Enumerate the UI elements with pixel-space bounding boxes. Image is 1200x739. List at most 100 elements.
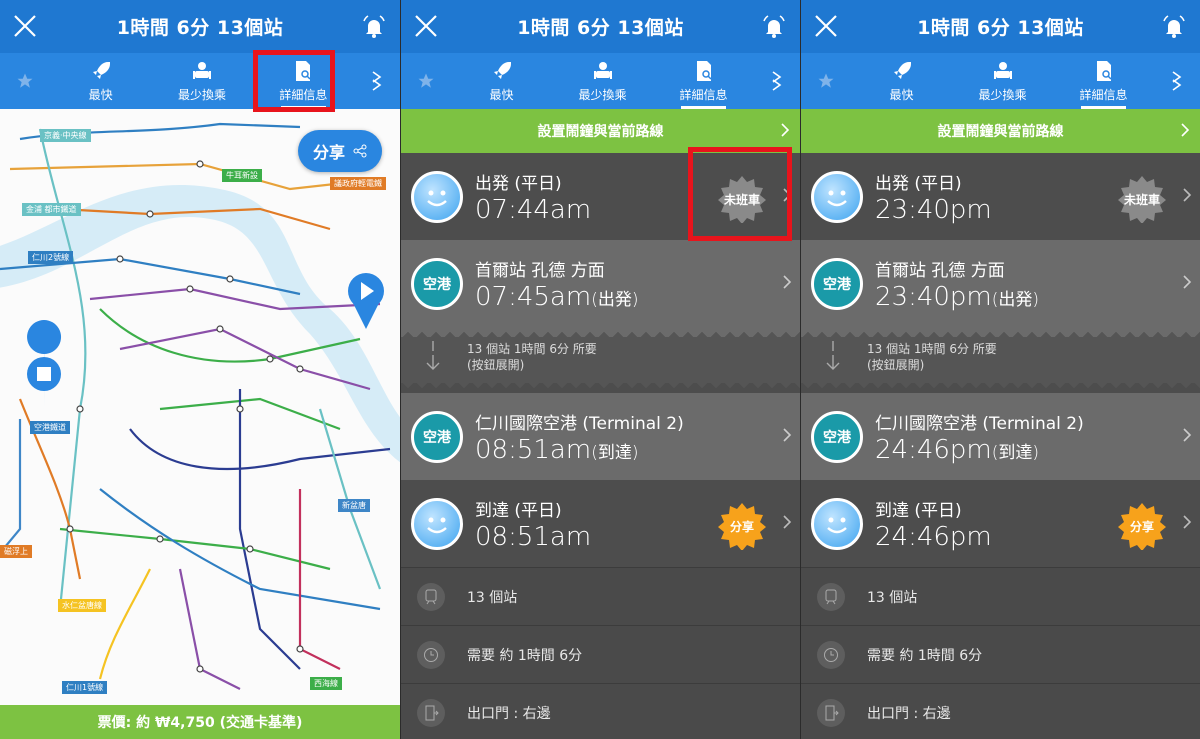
chevron-right-icon — [781, 123, 790, 137]
smiley-face-icon — [411, 170, 463, 223]
boarding-station-row[interactable]: 空港 首爾站 孔德 方面 07:45am(出発) — [401, 240, 800, 327]
panel-detail-late: 1時間 6分 13個站 最快 最少換乘 詳細信息 設置鬧鐘與當前路線 出発 (平… — [800, 0, 1200, 739]
close-icon[interactable] — [813, 13, 839, 39]
info-duration: 需要 約 1時間 6分 — [801, 625, 1200, 683]
more-chevron-icon[interactable] — [754, 53, 800, 109]
favorite-star-icon[interactable] — [0, 53, 50, 109]
seat-icon — [993, 62, 1012, 79]
tab-fastest[interactable]: 最快 — [451, 53, 552, 109]
line-label-uijeongbu: 議政府輕電鐵 — [330, 177, 386, 190]
chevron-right-icon — [783, 428, 792, 442]
chevron-right-icon — [1181, 123, 1190, 137]
chevron-right-icon — [1183, 428, 1192, 442]
route-tabs: 最快 最少換乘 詳細信息 — [0, 53, 400, 109]
airport-line-badge: 空港 — [411, 410, 463, 463]
door-icon — [417, 699, 445, 727]
more-chevron-icon[interactable] — [354, 53, 400, 109]
arrow-down-icon — [826, 341, 840, 370]
chevron-right-icon — [783, 275, 792, 289]
info-duration: 需要 約 1時間 6分 — [401, 625, 800, 683]
alarm-bell-icon[interactable] — [360, 13, 388, 41]
alarm-route-banner[interactable]: 設置鬧鐘與當前路線 — [801, 109, 1200, 153]
more-chevron-icon[interactable] — [1154, 53, 1200, 109]
clock-icon — [817, 641, 845, 669]
rocket-icon — [493, 62, 511, 79]
panel-map: 1時間 6分 13個站 最快 最少換乘 詳細信息 京義·中央線 金浦 都市鐵道 … — [0, 0, 400, 739]
arrival-row[interactable]: 到達 (平日) 08:51am 分享 — [401, 480, 800, 567]
map-share-button[interactable]: 分享 — [298, 130, 382, 172]
rocket-icon — [92, 62, 110, 79]
chevron-right-icon — [1183, 275, 1192, 289]
info-exit: 出口門 : 右邊 — [401, 683, 800, 739]
page-title: 1時間 6分 13個站 — [517, 17, 684, 39]
line-label-ui: 牛耳新設 — [222, 169, 262, 182]
chevron-right-icon — [1183, 188, 1192, 202]
tab-details[interactable]: 詳細信息 — [1053, 53, 1154, 109]
subway-map-lines — [0, 122, 400, 690]
line-label-incheon1: 仁川1號線 — [62, 681, 108, 694]
tab-details[interactable]: 詳細信息 — [653, 53, 754, 109]
route-tabs: 最快 最少換乘 詳細信息 — [401, 53, 800, 109]
airport-line-badge: 空港 — [811, 410, 863, 463]
close-icon[interactable] — [413, 13, 439, 39]
favorite-star-icon[interactable] — [401, 53, 451, 109]
page-title: 1時間 6分 13個站 — [116, 17, 284, 39]
header: 1時間 6分 13個站 — [401, 0, 800, 53]
info-stations: 13 個站 — [401, 567, 800, 625]
document-search-icon — [696, 61, 712, 81]
header: 1時間 6分 13個站 — [801, 0, 1200, 53]
fare-bar: 票價: 約 ₩4,750 (交通卡基準) — [0, 705, 400, 739]
arrival-row[interactable]: 到達 (平日) 24:46pm 分享 — [801, 480, 1200, 567]
smiley-face-icon — [411, 497, 463, 550]
tab-fewest-transfers[interactable]: 最少換乘 — [151, 53, 252, 109]
door-icon — [817, 699, 845, 727]
header: 1時間 6分 13個站 — [0, 0, 400, 53]
highlight-last-train — [688, 147, 792, 241]
info-stations: 13 個站 — [801, 567, 1200, 625]
train-icon — [817, 583, 845, 611]
airport-line-badge: 空港 — [811, 257, 863, 310]
line-label-suin: 水仁盆唐線 — [58, 599, 106, 612]
clock-icon — [417, 641, 445, 669]
line-label-airport: 空港鐵道 — [30, 421, 70, 434]
panel-detail-weekday: 1時間 6分 13個站 最快 最少換乘 詳細信息 設置鬧鐘與當前路線 出発 (平… — [400, 0, 800, 739]
page-title: 1時間 6分 13個站 — [917, 17, 1084, 39]
alarm-bell-icon[interactable] — [1160, 13, 1188, 41]
boarding-station-row[interactable]: 空港 首爾站 孔德 方面 23:40pm(出発) — [801, 240, 1200, 327]
share-stamp-button[interactable]: 分享 — [718, 502, 766, 551]
smiley-face-icon — [811, 497, 863, 550]
collapsed-stops[interactable]: 13 個站 1時間 6分 所要 (按鈕展開) — [801, 327, 1200, 393]
airport-line-badge: 空港 — [411, 257, 463, 310]
share-stamp-button[interactable]: 分享 — [1118, 502, 1166, 551]
train-icon — [417, 583, 445, 611]
alarm-bell-icon[interactable] — [760, 13, 788, 41]
highlight-details-tab — [253, 50, 335, 112]
line-label-jinjin: 仁川2號線 — [28, 251, 74, 264]
close-icon[interactable] — [12, 13, 38, 39]
line-label-eoul: 磁浮上 — [0, 545, 32, 558]
tab-fastest[interactable]: 最快 — [851, 53, 952, 109]
info-exit: 出口門 : 右邊 — [801, 683, 1200, 739]
departure-row[interactable]: 出発 (平日) 23:40pm 未班車 — [801, 153, 1200, 240]
collapsed-stops[interactable]: 13 個站 1時間 6分 所要 (按鈕展開) — [401, 327, 800, 393]
route-tabs: 最快 最少換乘 詳細信息 — [801, 53, 1200, 109]
tab-fewest-transfers[interactable]: 最少換乘 — [552, 53, 653, 109]
smiley-face-icon — [811, 170, 863, 223]
arrival-station-row[interactable]: 空港 仁川國際空港 (Terminal 2) 24:46pm(到達) — [801, 393, 1200, 480]
line-label-sinbundang: 新盆唐 — [338, 499, 370, 512]
line-label-everline: 西海線 — [310, 677, 342, 690]
line-label-gimpo: 金浦 都市鐵道 — [22, 203, 81, 216]
rocket-icon — [893, 62, 911, 79]
subway-map[interactable]: 京義·中央線 金浦 都市鐵道 仁川2號線 議政府輕電鐵 牛耳新設 空港鐵道 磁浮… — [0, 109, 400, 705]
favorite-star-icon[interactable] — [801, 53, 851, 109]
document-search-icon — [1096, 61, 1112, 81]
tab-fastest[interactable]: 最快 — [50, 53, 151, 109]
tab-fewest-transfers[interactable]: 最少換乘 — [952, 53, 1053, 109]
last-train-stamp: 未班車 — [1118, 175, 1166, 224]
chevron-right-icon — [1183, 515, 1192, 529]
arrow-down-icon — [426, 341, 440, 370]
line-label-kyoui: 京義·中央線 — [40, 129, 91, 142]
seat-icon — [192, 62, 211, 79]
seat-icon — [593, 62, 612, 79]
arrival-station-row[interactable]: 空港 仁川國際空港 (Terminal 2) 08:51am(到達) — [401, 393, 800, 480]
